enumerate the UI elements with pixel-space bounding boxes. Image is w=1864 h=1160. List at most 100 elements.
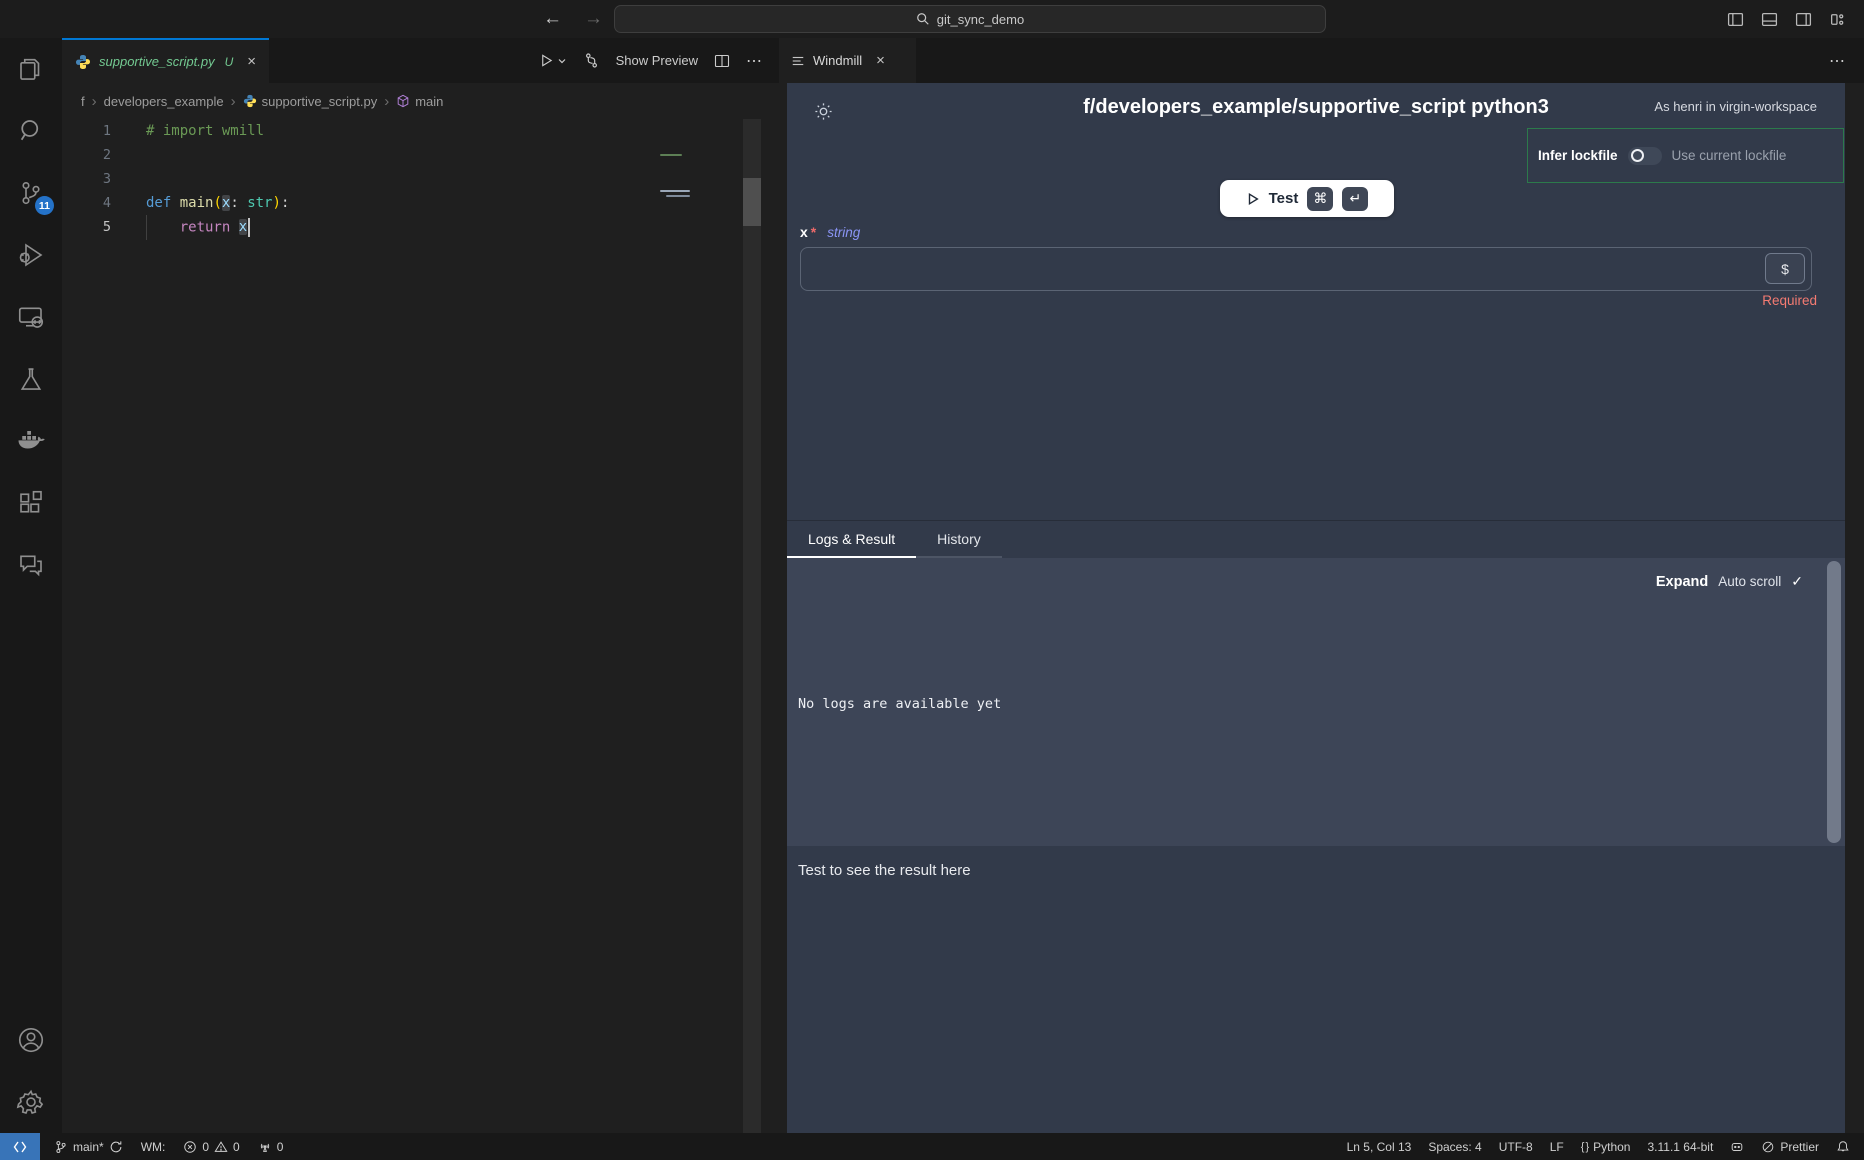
- settings-gear-icon[interactable]: [0, 1071, 62, 1133]
- testing-icon[interactable]: [0, 348, 62, 410]
- windmill-group: Windmill × ⋯ f/developers_example/suppor…: [779, 38, 1864, 1133]
- minimap[interactable]: [648, 150, 743, 230]
- use-current-lockfile-label: Use current lockfile: [1672, 148, 1787, 163]
- arg-x-input[interactable]: [800, 247, 1812, 291]
- breadcrumb-root[interactable]: f: [81, 94, 85, 109]
- editor-tab-strip: supportive_script.py U × Show Preview ⋯: [62, 38, 779, 83]
- breadcrumb-symbol[interactable]: main: [396, 94, 443, 109]
- editor-scrollbar[interactable]: [743, 119, 761, 1133]
- scm-badge: 11: [35, 196, 54, 215]
- error-icon: [183, 1140, 197, 1154]
- enter-key-icon: ↵: [1342, 187, 1368, 211]
- argument-label-row: x * string: [800, 224, 860, 240]
- sync-icon: [109, 1140, 123, 1154]
- windmill-status[interactable]: WM:: [141, 1140, 166, 1154]
- logs-scrollbar[interactable]: [1827, 561, 1841, 843]
- run-python-file-button[interactable]: [539, 53, 567, 68]
- webview-panel-icon: [791, 54, 805, 68]
- tab-windmill[interactable]: Windmill ×: [779, 38, 916, 83]
- breadcrumb-separator-icon: ›: [92, 93, 97, 110]
- infer-lockfile-label: Infer lockfile: [1538, 148, 1618, 163]
- autoscroll-label[interactable]: Auto scroll: [1718, 574, 1781, 589]
- test-button-label: Test: [1269, 190, 1299, 207]
- customize-layout-icon[interactable]: [1829, 11, 1846, 28]
- breadcrumb: f › developers_example › supportive_scri…: [62, 83, 779, 119]
- python-file-icon: [75, 54, 91, 70]
- copilot-status[interactable]: [1730, 1140, 1744, 1154]
- copilot-icon: [1730, 1140, 1744, 1154]
- autoscroll-check-icon[interactable]: ✓: [1791, 573, 1803, 590]
- formatter-status[interactable]: Prettier: [1761, 1140, 1819, 1154]
- toggle-secondary-sidebar-icon[interactable]: [1795, 11, 1812, 28]
- back-icon[interactable]: ←: [543, 8, 562, 30]
- extensions-icon[interactable]: [0, 472, 62, 534]
- command-center[interactable]: git_sync_demo: [614, 5, 1326, 33]
- language-mode[interactable]: { } Python: [1581, 1140, 1631, 1154]
- user-workspace-context: As henri in virgin-workspace: [1654, 99, 1817, 114]
- source-control-icon[interactable]: 11: [0, 162, 62, 224]
- code-editor[interactable]: 1# import wmill234def main(x: str):5 ret…: [62, 119, 779, 1133]
- split-editor-icon[interactable]: [714, 53, 730, 69]
- result-placeholder: Test to see the result here: [798, 862, 971, 879]
- tab-supportive-script[interactable]: supportive_script.py U ×: [62, 38, 269, 83]
- tab-close-icon[interactable]: ×: [876, 52, 885, 69]
- workspace-name: git_sync_demo: [937, 12, 1024, 27]
- toggle-knob: [1631, 149, 1644, 162]
- variable-picker-button[interactable]: $: [1765, 253, 1805, 284]
- problems-status[interactable]: 0 0: [183, 1140, 239, 1154]
- lockfile-toggle[interactable]: [1628, 147, 1662, 165]
- eol-sequence[interactable]: LF: [1550, 1140, 1564, 1154]
- run-dropdown-chevron-icon: [557, 56, 567, 66]
- comments-icon[interactable]: [0, 534, 62, 596]
- cmd-key-icon: ⌘: [1307, 187, 1333, 211]
- editor-more-actions-icon[interactable]: ⋯: [746, 51, 763, 71]
- warning-icon: [214, 1140, 228, 1154]
- required-message: Required: [1762, 293, 1817, 308]
- account-icon[interactable]: [0, 1009, 62, 1071]
- run-debug-icon[interactable]: [0, 224, 62, 286]
- windmill-more-actions-icon[interactable]: ⋯: [1829, 51, 1864, 71]
- breadcrumb-file[interactable]: supportive_script.py: [243, 94, 378, 109]
- tab-label: supportive_script.py: [99, 54, 215, 69]
- docker-icon[interactable]: [0, 410, 62, 472]
- search-sidebar-icon[interactable]: [0, 100, 62, 162]
- vscode-window: ← → git_sync_demo 11: [0, 0, 1864, 1160]
- status-bar: main* WM: 0 0 0 Ln 5, Col 13 Spaces: 4 U…: [0, 1133, 1864, 1160]
- activity-bar: 11: [0, 38, 62, 1133]
- title-bar: ← → git_sync_demo: [0, 0, 1864, 38]
- arg-type-label: string: [827, 225, 860, 240]
- tab-history[interactable]: History: [916, 521, 1002, 558]
- source-control-graph-icon[interactable]: [583, 52, 600, 69]
- explorer-icon[interactable]: [0, 38, 62, 100]
- logs-empty-message: No logs are available yet: [798, 696, 1001, 712]
- windmill-webview: f/developers_example/supportive_script p…: [779, 83, 1864, 1133]
- branch-icon: [54, 1140, 68, 1154]
- toggle-sidebar-icon[interactable]: [1727, 11, 1744, 28]
- encoding[interactable]: UTF-8: [1499, 1140, 1533, 1154]
- lockfile-options-box: Infer lockfile Use current lockfile: [1527, 128, 1844, 183]
- expand-logs-button[interactable]: Expand: [1656, 574, 1708, 590]
- search-icon: [916, 12, 930, 26]
- indentation[interactable]: Spaces: 4: [1428, 1140, 1481, 1154]
- breadcrumb-separator-icon: ›: [384, 93, 389, 110]
- toggle-panel-icon[interactable]: [1761, 11, 1778, 28]
- python-interpreter[interactable]: 3.11.1 64-bit: [1647, 1140, 1713, 1154]
- git-branch-status[interactable]: main*: [54, 1140, 123, 1154]
- code-line[interactable]: 1# import wmill: [62, 119, 779, 143]
- notifications-bell[interactable]: [1836, 1140, 1850, 1154]
- test-button[interactable]: Test ⌘ ↵: [1220, 180, 1394, 217]
- symbol-method-icon: [396, 94, 410, 108]
- python-file-icon: [243, 94, 257, 108]
- text-cursor: [248, 218, 250, 237]
- cursor-position[interactable]: Ln 5, Col 13: [1347, 1140, 1412, 1154]
- forward-icon[interactable]: →: [584, 8, 603, 30]
- remote-indicator[interactable]: [0, 1133, 40, 1160]
- tab-logs-result[interactable]: Logs & Result: [787, 521, 916, 558]
- breadcrumb-folder[interactable]: developers_example: [104, 94, 224, 109]
- tab-close-icon[interactable]: ×: [247, 53, 256, 70]
- show-preview-button[interactable]: Show Preview: [616, 53, 698, 68]
- ports-status[interactable]: 0: [258, 1140, 284, 1154]
- play-icon: [1246, 192, 1260, 206]
- scrollbar-thumb[interactable]: [743, 178, 761, 226]
- remote-explorer-icon[interactable]: [0, 286, 62, 348]
